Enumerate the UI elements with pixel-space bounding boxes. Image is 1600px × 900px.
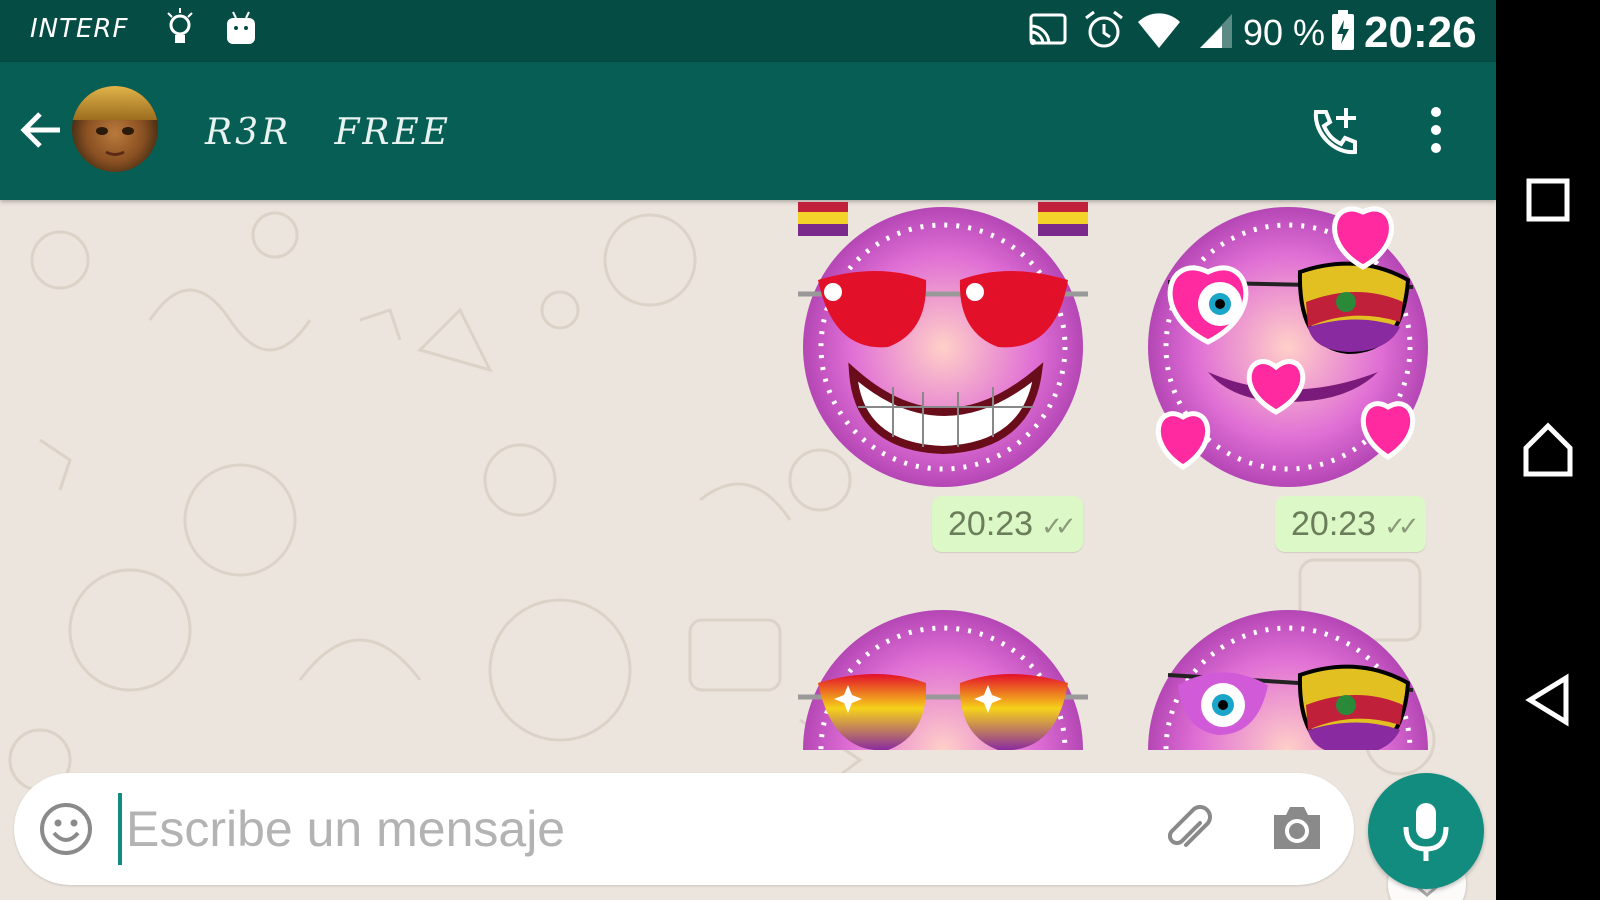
camera-icon[interactable]	[1270, 803, 1324, 858]
android-icon	[225, 8, 257, 57]
chat-title[interactable]: R3R FREE	[205, 112, 451, 153]
carrier-label: INTERF	[30, 14, 129, 44]
sticker-message[interactable]	[798, 605, 1098, 750]
signal-icon	[1196, 8, 1236, 57]
message-time: 20:23	[948, 505, 1034, 543]
message-time: 20:23	[1291, 505, 1377, 543]
message-meta: 20:23 ✓✓	[932, 496, 1083, 552]
double-check-icon: ✓✓	[1384, 511, 1419, 541]
sticker-message[interactable]	[1148, 202, 1448, 497]
battery-percent: 90 %	[1243, 12, 1326, 53]
home-icon[interactable]	[1496, 398, 1600, 502]
paperclip-icon[interactable]	[1160, 801, 1216, 862]
status-clock: 20:26	[1364, 8, 1477, 57]
message-input[interactable]	[118, 793, 1146, 865]
alarm-icon	[1082, 8, 1126, 57]
back-triangle-icon[interactable]	[1496, 648, 1600, 752]
battery-charging-icon	[1330, 8, 1356, 57]
more-vert-icon[interactable]	[1426, 104, 1446, 161]
sunglasses-emoji-sticker	[798, 202, 1088, 487]
chat-header: R3R FREE	[0, 62, 1496, 200]
navigation-bar	[1496, 0, 1600, 900]
message-composer	[14, 773, 1354, 885]
emoji-icon[interactable]	[38, 801, 94, 862]
sparkle-pirate-sticker	[1148, 610, 1428, 750]
rainbow-sunglasses-sticker	[798, 610, 1088, 750]
arrow-left-icon[interactable]	[18, 106, 66, 159]
message-meta: 20:23 ✓✓	[1275, 496, 1426, 552]
add-call-icon[interactable]	[1306, 104, 1362, 165]
wifi-icon	[1136, 8, 1182, 57]
android-screen: INTERF 90 % 20:26 R3R FREE 20:23 ✓✓ 20:2…	[0, 0, 1496, 900]
recents-icon[interactable]	[1496, 148, 1600, 252]
sticker-message[interactable]	[798, 202, 1098, 497]
double-check-icon: ✓✓	[1041, 511, 1076, 541]
avatar[interactable]	[72, 86, 158, 172]
microphone-icon	[1403, 803, 1449, 861]
sticker-message[interactable]	[1148, 605, 1448, 750]
heart-eyes-pirate-sticker	[1148, 206, 1428, 487]
light-bulb-icon	[165, 8, 195, 57]
status-bar: INTERF 90 % 20:26	[0, 0, 1496, 62]
voice-message-button[interactable]	[1368, 773, 1484, 889]
cast-icon	[1026, 8, 1070, 57]
